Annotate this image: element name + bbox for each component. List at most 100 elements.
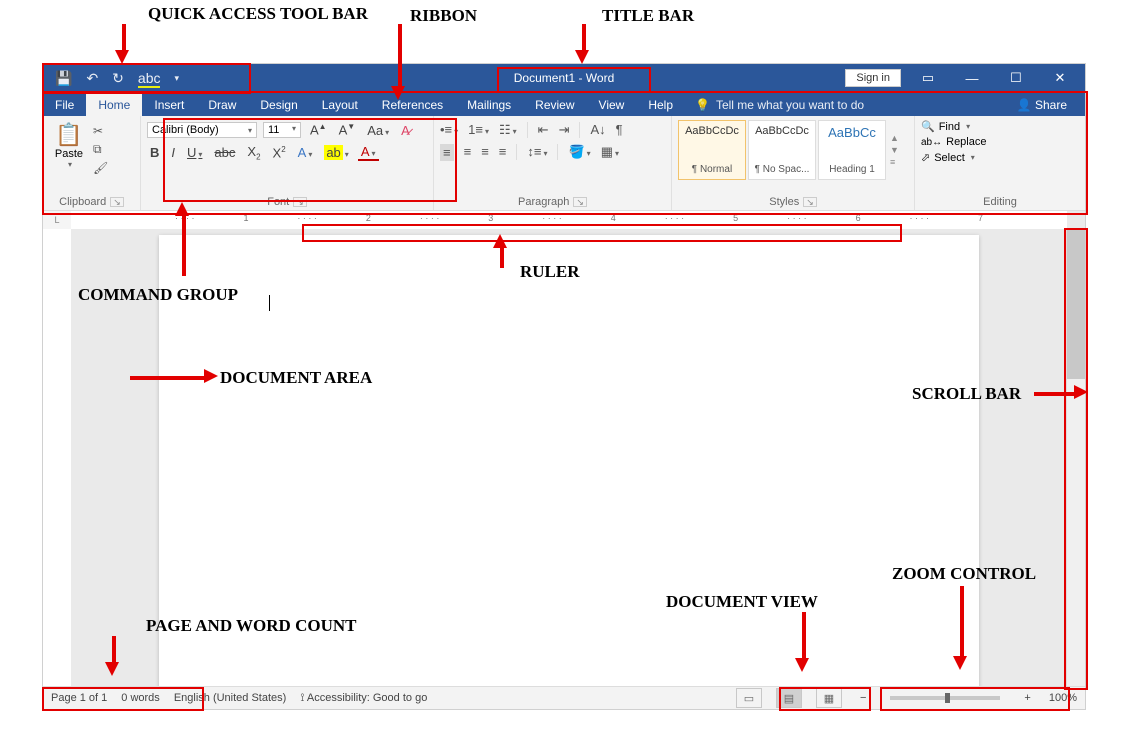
tab-mailings[interactable]: Mailings — [455, 94, 523, 116]
language-status[interactable]: English (United States) — [174, 692, 287, 704]
vertical-ruler[interactable] — [43, 229, 72, 686]
annotation-page-word-count: PAGE AND WORD COUNT — [146, 616, 356, 636]
change-case-icon[interactable]: Aa▾ — [364, 123, 392, 138]
read-mode-icon[interactable]: ▭ — [736, 688, 762, 708]
group-editing: 🔍Find▾ ab↔Replace ⬀Select▾ Editing — [915, 116, 1085, 210]
group-styles: AaBbCcDc¶ Normal AaBbCcDc¶ No Spac... Aa… — [672, 116, 915, 210]
styles-expand-icon[interactable]: ≡ — [890, 157, 899, 167]
tab-view[interactable]: View — [587, 94, 637, 116]
bullets-icon[interactable]: •≡▾ — [440, 122, 458, 138]
redo-icon[interactable]: ↻ — [112, 70, 124, 87]
justify-icon[interactable]: ≡ — [499, 144, 507, 161]
quick-access-toolbar: 💾 ↶ ↻ abc ▾ — [43, 64, 191, 92]
increase-indent-icon[interactable]: ⇥ — [559, 122, 570, 138]
paragraph-dialog-launcher-icon[interactable]: ↘ — [573, 197, 587, 207]
tab-design[interactable]: Design — [248, 94, 309, 116]
font-size-dropdown[interactable]: 11▾ — [263, 122, 301, 138]
shrink-font-icon[interactable]: A▼ — [336, 122, 359, 137]
text-cursor — [269, 295, 270, 311]
ribbon-options-icon[interactable]: ▭ — [911, 70, 945, 86]
sort-icon[interactable]: A↓ — [590, 122, 605, 138]
align-center-icon[interactable]: ≡ — [464, 144, 472, 161]
group-clipboard: 📋 Paste ▾ ✂ ⧉ 🖌 Clipboard↘ — [43, 116, 141, 210]
tab-draw[interactable]: Draw — [196, 94, 248, 116]
font-name-dropdown[interactable]: Calibri (Body)▾ — [147, 122, 257, 138]
tab-file[interactable]: File — [43, 94, 86, 116]
tab-references[interactable]: References — [370, 94, 455, 116]
underline-button[interactable]: U▾ — [184, 145, 205, 160]
line-spacing-icon[interactable]: ↕≡▾ — [527, 144, 547, 161]
clipboard-dialog-launcher-icon[interactable]: ↘ — [110, 197, 124, 207]
highlight-icon[interactable]: ab▾ — [321, 145, 351, 160]
tab-home[interactable]: Home — [86, 94, 142, 116]
italic-button[interactable]: I — [168, 145, 178, 160]
save-icon[interactable]: 💾 — [55, 70, 72, 87]
minimize-icon[interactable]: ― — [955, 71, 989, 86]
zoom-in-icon[interactable]: + — [1020, 692, 1034, 704]
style-no-spacing[interactable]: AaBbCcDc¶ No Spac... — [748, 120, 816, 180]
bold-button[interactable]: B — [147, 145, 162, 160]
annotation-title-bar: TITLE BAR — [602, 6, 694, 26]
font-dialog-launcher-icon[interactable]: ↘ — [293, 197, 307, 207]
find-button[interactable]: 🔍Find▾ — [921, 120, 1079, 133]
document-area: L · · · ·1· · · ·2· · · ·3· · · ·4· · · … — [43, 211, 1085, 686]
tab-review[interactable]: Review — [523, 94, 586, 116]
share-button[interactable]: 👤 Share — [1009, 94, 1075, 116]
tell-me-search[interactable]: 💡Tell me what you want to do — [685, 94, 874, 116]
web-layout-icon[interactable]: ▦ — [816, 688, 842, 708]
editing-label: Editing — [983, 196, 1017, 208]
page-count[interactable]: Page 1 of 1 — [51, 692, 107, 704]
tab-help[interactable]: Help — [636, 94, 685, 116]
cut-icon[interactable]: ✂ — [93, 124, 108, 138]
print-layout-icon[interactable]: ▤ — [776, 688, 802, 708]
grow-font-icon[interactable]: A▲ — [307, 122, 330, 137]
font-color-icon[interactable]: A▾ — [358, 144, 379, 161]
style-heading-1[interactable]: AaBbCcHeading 1 — [818, 120, 886, 180]
zoom-out-icon[interactable]: − — [856, 692, 870, 704]
styles-dialog-launcher-icon[interactable]: ↘ — [803, 197, 817, 207]
select-button[interactable]: ⬀Select▾ — [921, 151, 1079, 164]
format-painter-icon[interactable]: 🖌 — [93, 161, 108, 175]
subscript-button[interactable]: X2 — [244, 144, 263, 162]
numbering-icon[interactable]: 1≡▾ — [468, 122, 489, 138]
text-effects-icon[interactable]: A▾ — [295, 145, 316, 160]
close-icon[interactable]: ✕ — [1043, 70, 1077, 86]
window-title: Document1 - Word — [514, 71, 614, 85]
decrease-indent-icon[interactable]: ⇤ — [538, 122, 549, 138]
maximize-icon[interactable]: ☐ — [999, 70, 1033, 86]
styles-scroll-up-icon[interactable]: ▲ — [890, 133, 899, 143]
multilevel-list-icon[interactable]: ☷▾ — [499, 122, 517, 138]
word-count[interactable]: 0 words — [121, 692, 160, 704]
vertical-scrollbar[interactable] — [1066, 229, 1085, 686]
zoom-slider-thumb[interactable] — [945, 693, 950, 703]
bulb-icon: 💡 — [695, 98, 710, 112]
sign-in-button[interactable]: Sign in — [845, 69, 901, 87]
zoom-level[interactable]: 100% — [1049, 692, 1077, 704]
superscript-button[interactable]: X2 — [270, 145, 289, 160]
annotation-zoom-control: ZOOM CONTROL — [892, 564, 1036, 584]
borders-icon[interactable]: ▦▾ — [601, 144, 619, 161]
align-right-icon[interactable]: ≡ — [481, 144, 489, 161]
strikethrough-button[interactable]: abc — [211, 145, 238, 160]
replace-button[interactable]: ab↔Replace — [921, 136, 1079, 148]
clear-formatting-icon[interactable]: A̷ — [398, 123, 413, 138]
show-marks-icon[interactable]: ¶ — [616, 122, 623, 138]
qat-customize-icon[interactable]: ▾ — [174, 73, 179, 84]
zoom-slider[interactable] — [890, 696, 1000, 700]
tab-layout[interactable]: Layout — [310, 94, 370, 116]
align-left-icon[interactable]: ≡ — [440, 144, 454, 161]
accessibility-status[interactable]: ⟟ Accessibility: Good to go — [300, 692, 427, 705]
font-label: Font — [267, 196, 289, 208]
style-normal[interactable]: AaBbCcDc¶ Normal — [678, 120, 746, 180]
tab-insert[interactable]: Insert — [142, 94, 196, 116]
paste-button[interactable]: 📋 Paste ▾ — [49, 122, 89, 175]
shading-icon[interactable]: 🪣▾ — [568, 144, 590, 161]
annotation-ribbon: RIBBON — [410, 6, 477, 26]
spellcheck-icon[interactable]: abc — [138, 70, 161, 86]
horizontal-ruler[interactable]: · · · ·1· · · ·2· · · ·3· · · ·4· · · ·5… — [71, 211, 1067, 230]
scrollbar-thumb[interactable] — [1067, 229, 1085, 379]
styles-scroll-down-icon[interactable]: ▼ — [890, 145, 899, 155]
copy-icon[interactable]: ⧉ — [93, 142, 108, 157]
annotation-document-area: DOCUMENT AREA — [220, 368, 372, 388]
undo-icon[interactable]: ↶ — [86, 70, 98, 87]
